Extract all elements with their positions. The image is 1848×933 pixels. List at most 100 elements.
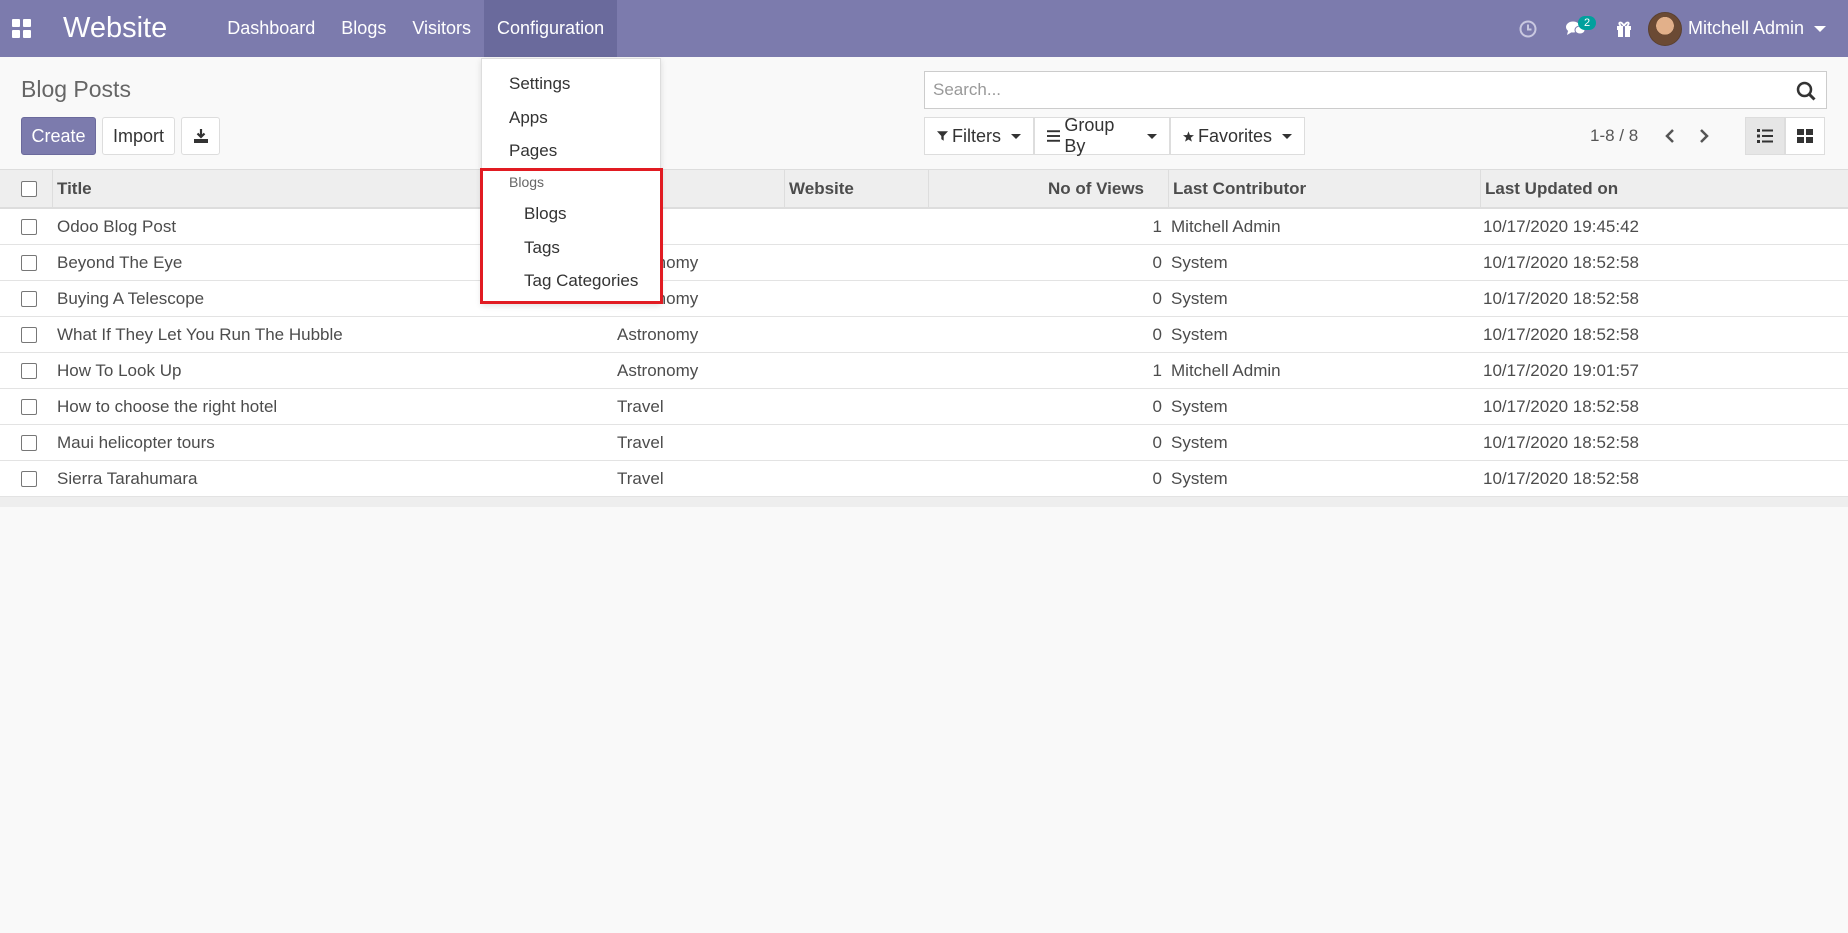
star-icon (1183, 130, 1194, 142)
cell-updated: 10/17/2020 19:45:42 (1483, 217, 1639, 236)
pager-value[interactable]: 1-8 / 8 (1590, 126, 1638, 146)
cell-blog: Travel (617, 433, 664, 452)
table-row[interactable]: Beyond The Eye Astronomy 0 System 10/17/… (0, 245, 1848, 281)
column-header-updated[interactable]: Last Updated on (1480, 170, 1848, 208)
menu-item-settings[interactable]: Settings (509, 74, 570, 94)
column-header-website[interactable]: Website (784, 170, 928, 208)
row-checkbox[interactable] (21, 471, 37, 487)
bars-icon (1047, 130, 1061, 142)
message-count-badge: 2 (1577, 16, 1597, 30)
column-header-views[interactable]: No of Views (928, 170, 1168, 208)
cell-updated: 10/17/2020 18:52:58 (1483, 397, 1639, 416)
avatar[interactable] (1647, 11, 1682, 46)
nav-visitors[interactable]: Visitors (399, 0, 484, 57)
cell-views: 0 (1152, 325, 1162, 344)
navbar-systray: 2 Mitchell Admin (1504, 0, 1848, 57)
cell-contributor: Mitchell Admin (1171, 217, 1281, 236)
import-button[interactable]: Import (102, 117, 175, 155)
cell-contributor: System (1171, 289, 1228, 308)
row-checkbox[interactable] (21, 363, 37, 379)
search-icon[interactable] (1796, 81, 1816, 106)
user-menu-name[interactable]: Mitchell Admin (1688, 18, 1804, 39)
create-button[interactable]: Create (21, 117, 96, 155)
search-input[interactable] (925, 80, 1785, 100)
menu-item-apps[interactable]: Apps (509, 108, 548, 128)
cell-title: Odoo Blog Post (57, 217, 177, 236)
table-row[interactable]: How To Look Up Astronomy 1 Mitchell Admi… (0, 353, 1848, 389)
cell-views: 0 (1152, 397, 1162, 416)
table-row[interactable]: Buying A Telescope Astronomy 0 System 10… (0, 281, 1848, 317)
kanban-icon (1797, 129, 1813, 143)
cell-title: Buying A Telescope (57, 289, 205, 308)
table-footer (0, 497, 1848, 507)
cell-blog: Astronomy (617, 325, 699, 344)
chat-icon[interactable]: 2 (1552, 0, 1600, 57)
cell-blog: Travel (617, 397, 664, 416)
pager-next-icon[interactable] (1694, 126, 1714, 146)
table-row[interactable]: How to choose the right hotel Travel 0 S… (0, 389, 1848, 425)
filters-button[interactable]: Filters (924, 117, 1034, 155)
highlight-annotation-box (480, 168, 663, 304)
blog-posts-table: Title Blog Website No of Views Last Cont… (0, 169, 1848, 507)
search-bar (924, 71, 1827, 109)
table-row[interactable]: Sierra Tarahumara Travel 0 System 10/17/… (0, 461, 1848, 497)
chevron-down-icon (1814, 25, 1826, 32)
row-checkbox[interactable] (21, 327, 37, 343)
favorites-button[interactable]: Favorites (1170, 117, 1305, 155)
cell-views: 0 (1152, 253, 1162, 272)
table-row[interactable]: What If They Let You Run The Hubble Astr… (0, 317, 1848, 353)
chevron-down-icon (1282, 133, 1292, 139)
nav-configuration[interactable]: Configuration (484, 0, 618, 57)
row-checkbox[interactable] (21, 435, 37, 451)
row-checkbox[interactable] (21, 399, 37, 415)
chevron-down-icon (1011, 133, 1021, 139)
cell-title: How To Look Up (57, 361, 182, 380)
cell-contributor: System (1171, 397, 1228, 416)
clock-icon[interactable] (1504, 0, 1552, 57)
table-row[interactable]: Maui helicopter tours Travel 0 System 10… (0, 425, 1848, 461)
gift-icon[interactable] (1600, 0, 1648, 57)
cell-contributor: System (1171, 469, 1228, 488)
chevron-down-icon (1147, 133, 1157, 139)
select-all-checkbox[interactable] (21, 181, 37, 197)
cell-views: 0 (1152, 469, 1162, 488)
cell-views: 0 (1152, 433, 1162, 452)
cell-title: Beyond The Eye (57, 253, 183, 272)
nav-dashboard[interactable]: Dashboard (214, 0, 328, 57)
list-icon (1757, 129, 1773, 143)
row-checkbox[interactable] (21, 255, 37, 271)
cell-contributor: System (1171, 433, 1228, 452)
cell-title: How to choose the right hotel (57, 397, 278, 416)
cell-updated: 10/17/2020 18:52:58 (1483, 469, 1639, 488)
cell-title: Maui helicopter tours (57, 433, 215, 452)
download-icon (193, 129, 208, 143)
cell-title: Sierra Tarahumara (57, 469, 198, 488)
cell-updated: 10/17/2020 18:52:58 (1483, 433, 1639, 452)
kanban-view-button[interactable] (1785, 117, 1825, 155)
nav-blogs[interactable]: Blogs (328, 0, 399, 57)
table-row[interactable]: Odoo Blog Post 1 Mitchell Admin 10/17/20… (0, 209, 1848, 245)
cell-blog: Astronomy (617, 361, 699, 380)
row-checkbox[interactable] (21, 291, 37, 307)
cell-blog: Travel (617, 469, 664, 488)
row-checkbox[interactable] (21, 219, 37, 235)
apps-menu-icon[interactable] (0, 0, 42, 57)
list-view-button[interactable] (1745, 117, 1785, 155)
cell-updated: 10/17/2020 18:52:58 (1483, 253, 1639, 272)
pager-previous-icon[interactable] (1660, 126, 1680, 146)
filters-label: Filters (952, 125, 1001, 146)
filter-icon (937, 131, 948, 141)
column-header-contributor[interactable]: Last Contributor (1168, 170, 1480, 208)
group-by-button[interactable]: Group By (1034, 115, 1170, 156)
cell-views: 1 (1152, 361, 1162, 380)
group-by-label: Group By (1064, 115, 1115, 156)
menu-item-pages[interactable]: Pages (509, 141, 557, 161)
favorites-label: Favorites (1197, 125, 1272, 146)
cell-updated: 10/17/2020 19:01:57 (1483, 361, 1639, 380)
cell-updated: 10/17/2020 18:52:58 (1483, 325, 1639, 344)
cell-contributor: System (1171, 253, 1228, 272)
cell-contributor: System (1171, 325, 1228, 344)
table-header: Title Blog Website No of Views Last Cont… (0, 169, 1848, 209)
download-button[interactable] (181, 117, 220, 155)
cell-updated: 10/17/2020 18:52:58 (1483, 289, 1639, 308)
